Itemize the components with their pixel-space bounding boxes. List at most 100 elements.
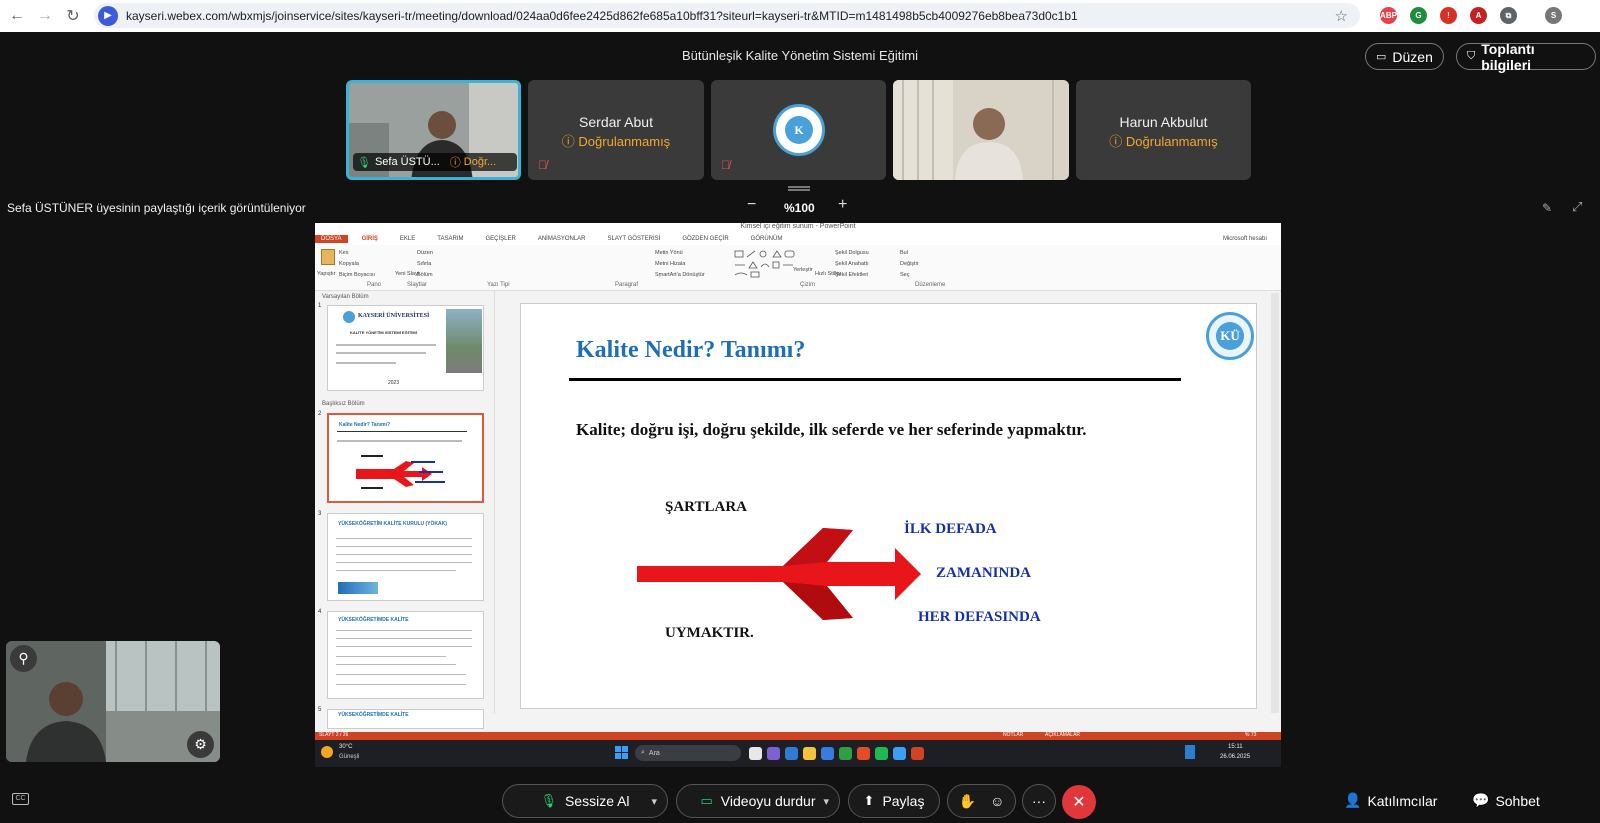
participant-tile[interactable] xyxy=(893,80,1069,180)
ribbon-button[interactable]: Şekil Anahattı xyxy=(835,261,869,267)
taskbar-app-icon[interactable] xyxy=(785,747,798,760)
participant-tile[interactable]: Harun Akbulut ⓘ Doğrulanmamış xyxy=(1076,80,1251,180)
ppt-tab[interactable]: SLAYT GÖSTERİSİ xyxy=(608,236,661,242)
windows-taskbar: 30°C Güneşli ⌕ Ara 15:11 26.06.2025 xyxy=(315,740,1281,767)
taskbar-app-icon[interactable] xyxy=(821,747,834,760)
bookmark-star-icon[interactable]: ☆ xyxy=(1335,7,1348,25)
taskbar-search[interactable]: ⌕ Ara xyxy=(635,745,741,761)
shared-screen: Kimsel içi eğitim sunum - PowerPoint DOS… xyxy=(315,223,1281,767)
ribbon-button[interactable]: Biçim Boyacısı xyxy=(339,272,375,278)
forward-icon[interactable]: → xyxy=(34,5,56,27)
thumb-number: 4 xyxy=(318,609,322,615)
extension-icon[interactable]: ABP xyxy=(1380,7,1397,24)
layout-button[interactable]: ▭ Düzen xyxy=(1365,43,1444,70)
self-view-video[interactable]: ⚲ ⚙ xyxy=(6,641,220,762)
back-icon[interactable]: ← xyxy=(6,5,28,27)
thumb-logo xyxy=(343,311,355,323)
share-button[interactable]: ⬆ Paylaş xyxy=(848,784,940,818)
filmstrip-resize-handle[interactable] xyxy=(788,186,810,191)
ribbon-button[interactable]: Düzen xyxy=(417,250,433,256)
participant-tile[interactable]: Serdar Abut ⓘ Doğrulanmamış 🎙̸ xyxy=(528,80,704,180)
fullscreen-icon[interactable]: ⤢ xyxy=(1572,199,1582,215)
more-options-button[interactable]: ··· xyxy=(1022,784,1056,818)
pin-icon[interactable]: ⚲ xyxy=(10,645,37,672)
ppt-tab[interactable]: ANİMASYONLAR xyxy=(538,236,586,242)
taskbar-app-icon[interactable] xyxy=(767,747,780,760)
meeting-info-button[interactable]: ⛉ Toplantı bilgileri xyxy=(1456,41,1596,73)
mute-button[interactable]: 🎙 Sessize Al ▾ xyxy=(502,784,668,818)
taskbar-app-icon[interactable] xyxy=(803,747,816,760)
ppt-tab[interactable]: GÖZDEN GEÇİR xyxy=(682,236,728,242)
extension-icon[interactable]: G xyxy=(1410,7,1427,24)
start-icon[interactable] xyxy=(615,746,628,759)
raise-hand-icon[interactable]: ✋ xyxy=(959,793,976,810)
slide-thumbnail-selected[interactable]: Kalite Nedir? Tanımı? xyxy=(327,413,484,503)
participant-status: ⓘ Doğrulanmamış xyxy=(1109,134,1218,149)
current-slide[interactable]: KÜ Kalite Nedir? Tanımı? Kalite; doğru i… xyxy=(520,303,1257,709)
extension-icon[interactable]: ! xyxy=(1440,7,1457,24)
participant-tile[interactable]: K 🎙̸ xyxy=(711,80,886,180)
taskbar-app-icon[interactable] xyxy=(857,747,870,760)
ribbon-button[interactable]: Yeni Slayt xyxy=(395,271,419,277)
notes-label[interactable]: NOTLAR xyxy=(1003,732,1023,738)
share-status-label: Sefa ÜSTÜNER üyesinin paylaştığı içerik … xyxy=(7,201,306,215)
ribbon-button[interactable]: Metni Hizala xyxy=(655,261,685,267)
ribbon-button[interactable]: Değiştir xyxy=(900,261,919,267)
annotate-icon[interactable]: ✎ xyxy=(1542,201,1552,215)
ppt-tab[interactable]: EKLE xyxy=(400,236,415,242)
zoom-out-button[interactable]: − xyxy=(747,196,756,214)
ppt-tab[interactable]: GÖRÜNÜM xyxy=(751,236,783,242)
chevron-down-icon[interactable]: ▾ xyxy=(651,795,657,808)
comments-label[interactable]: AÇIKLAMALAR xyxy=(1045,732,1080,738)
ribbon-button[interactable]: Sıfırla xyxy=(417,261,431,267)
url-text[interactable]: kayseri.webex.com/wbxmjs/joinservice/sit… xyxy=(126,9,1078,23)
ribbon-button[interactable]: Seç xyxy=(900,272,909,278)
chat-button[interactable]: 💬 Sohbet xyxy=(1472,792,1540,809)
participant-tile-active-speaker[interactable]: 🎙 Sefa ÜSTÜ... ⓘ Doğr... xyxy=(346,80,521,180)
ribbon-button[interactable]: Bul xyxy=(900,250,908,256)
end-call-button[interactable]: ✕ xyxy=(1062,785,1096,819)
stop-video-label: Videoyu durdur xyxy=(720,793,816,809)
ribbon-button[interactable]: Şekil Efektleri xyxy=(835,272,868,278)
slide-thumbnail[interactable]: KAYSERİ ÜNİVERSİTESİ KALİTE YÖNETİM SİST… xyxy=(327,305,484,391)
chevron-down-icon[interactable]: ▾ xyxy=(823,795,829,808)
ribbon-button[interactable]: Kes xyxy=(339,250,348,256)
ppt-tab[interactable]: GİRİŞ xyxy=(362,236,378,242)
ribbon-button[interactable]: Bölüm xyxy=(417,272,433,278)
stop-video-button[interactable]: ▭ Videoyu durdur ▾ xyxy=(676,784,840,818)
ribbon-button[interactable]: Yapıştır xyxy=(317,271,336,277)
ribbon-button[interactable]: Yerleştir xyxy=(793,267,813,273)
taskbar-app-icon[interactable] xyxy=(875,747,888,760)
extension-icon[interactable]: A xyxy=(1470,7,1487,24)
zoom-in-button[interactable]: + xyxy=(838,196,847,214)
participants-button[interactable]: 👤 Katılımcılar xyxy=(1344,792,1437,809)
ppt-tab[interactable]: DOSYA xyxy=(315,235,348,243)
emoji-icon[interactable]: ☺ xyxy=(990,793,1004,809)
closed-captions-icon[interactable]: CC xyxy=(12,793,29,805)
taskbar-app-icon[interactable] xyxy=(839,747,852,760)
slide-thumbnail[interactable]: YÜKSEKÖĞRETİM KALİTE KURULU (YÖKAK) xyxy=(327,513,484,601)
slide-thumbnail[interactable]: YÜKSEKÖĞRETİMDE KALİTE xyxy=(327,611,484,699)
extension-icon[interactable]: ⧉ xyxy=(1500,7,1517,24)
ppt-tab[interactable]: TASARIM xyxy=(437,236,463,242)
ribbon-button[interactable]: Kopyala xyxy=(339,261,359,267)
reload-icon[interactable]: ↻ xyxy=(62,5,84,27)
ribbon-button[interactable]: Metin Yönü xyxy=(655,250,683,256)
slide-thumbnails-pane[interactable]: Varsayılan Bölüm 1 KAYSERİ ÜNİVERSİTESİ … xyxy=(315,291,495,729)
ppt-tab[interactable]: GEÇİŞLER xyxy=(485,236,515,242)
taskbar-app-icon[interactable] xyxy=(911,747,924,760)
settings-gear-icon[interactable]: ⚙ xyxy=(187,731,214,758)
mic-on-icon: 🎙 xyxy=(357,156,371,169)
taskbar-app-icon[interactable] xyxy=(749,747,762,760)
slide-thumbnail[interactable]: YÜKSEKÖĞRETİMDE KALİTE xyxy=(327,709,484,729)
ribbon-button[interactable]: Şekil Dolgusu xyxy=(835,250,869,256)
thumb-photo xyxy=(446,309,482,373)
extension-icon[interactable]: S xyxy=(1545,7,1562,24)
university-logo: KÜ xyxy=(1206,312,1254,360)
speaker-name-bar: 🎙 Sefa ÜSTÜ... ⓘ Doğr... xyxy=(353,153,517,171)
ppt-account[interactable]: Microsoft hesabı xyxy=(1223,236,1267,242)
ribbon-button[interactable]: SmartArt'a Dönüştür xyxy=(655,272,705,278)
taskbar-app-icon[interactable] xyxy=(893,747,906,760)
ppt-vertical-scrollbar[interactable] xyxy=(1271,293,1279,713)
address-bar[interactable]: ▶ kayseri.webex.com/wbxmjs/joinservice/s… xyxy=(94,3,1360,28)
